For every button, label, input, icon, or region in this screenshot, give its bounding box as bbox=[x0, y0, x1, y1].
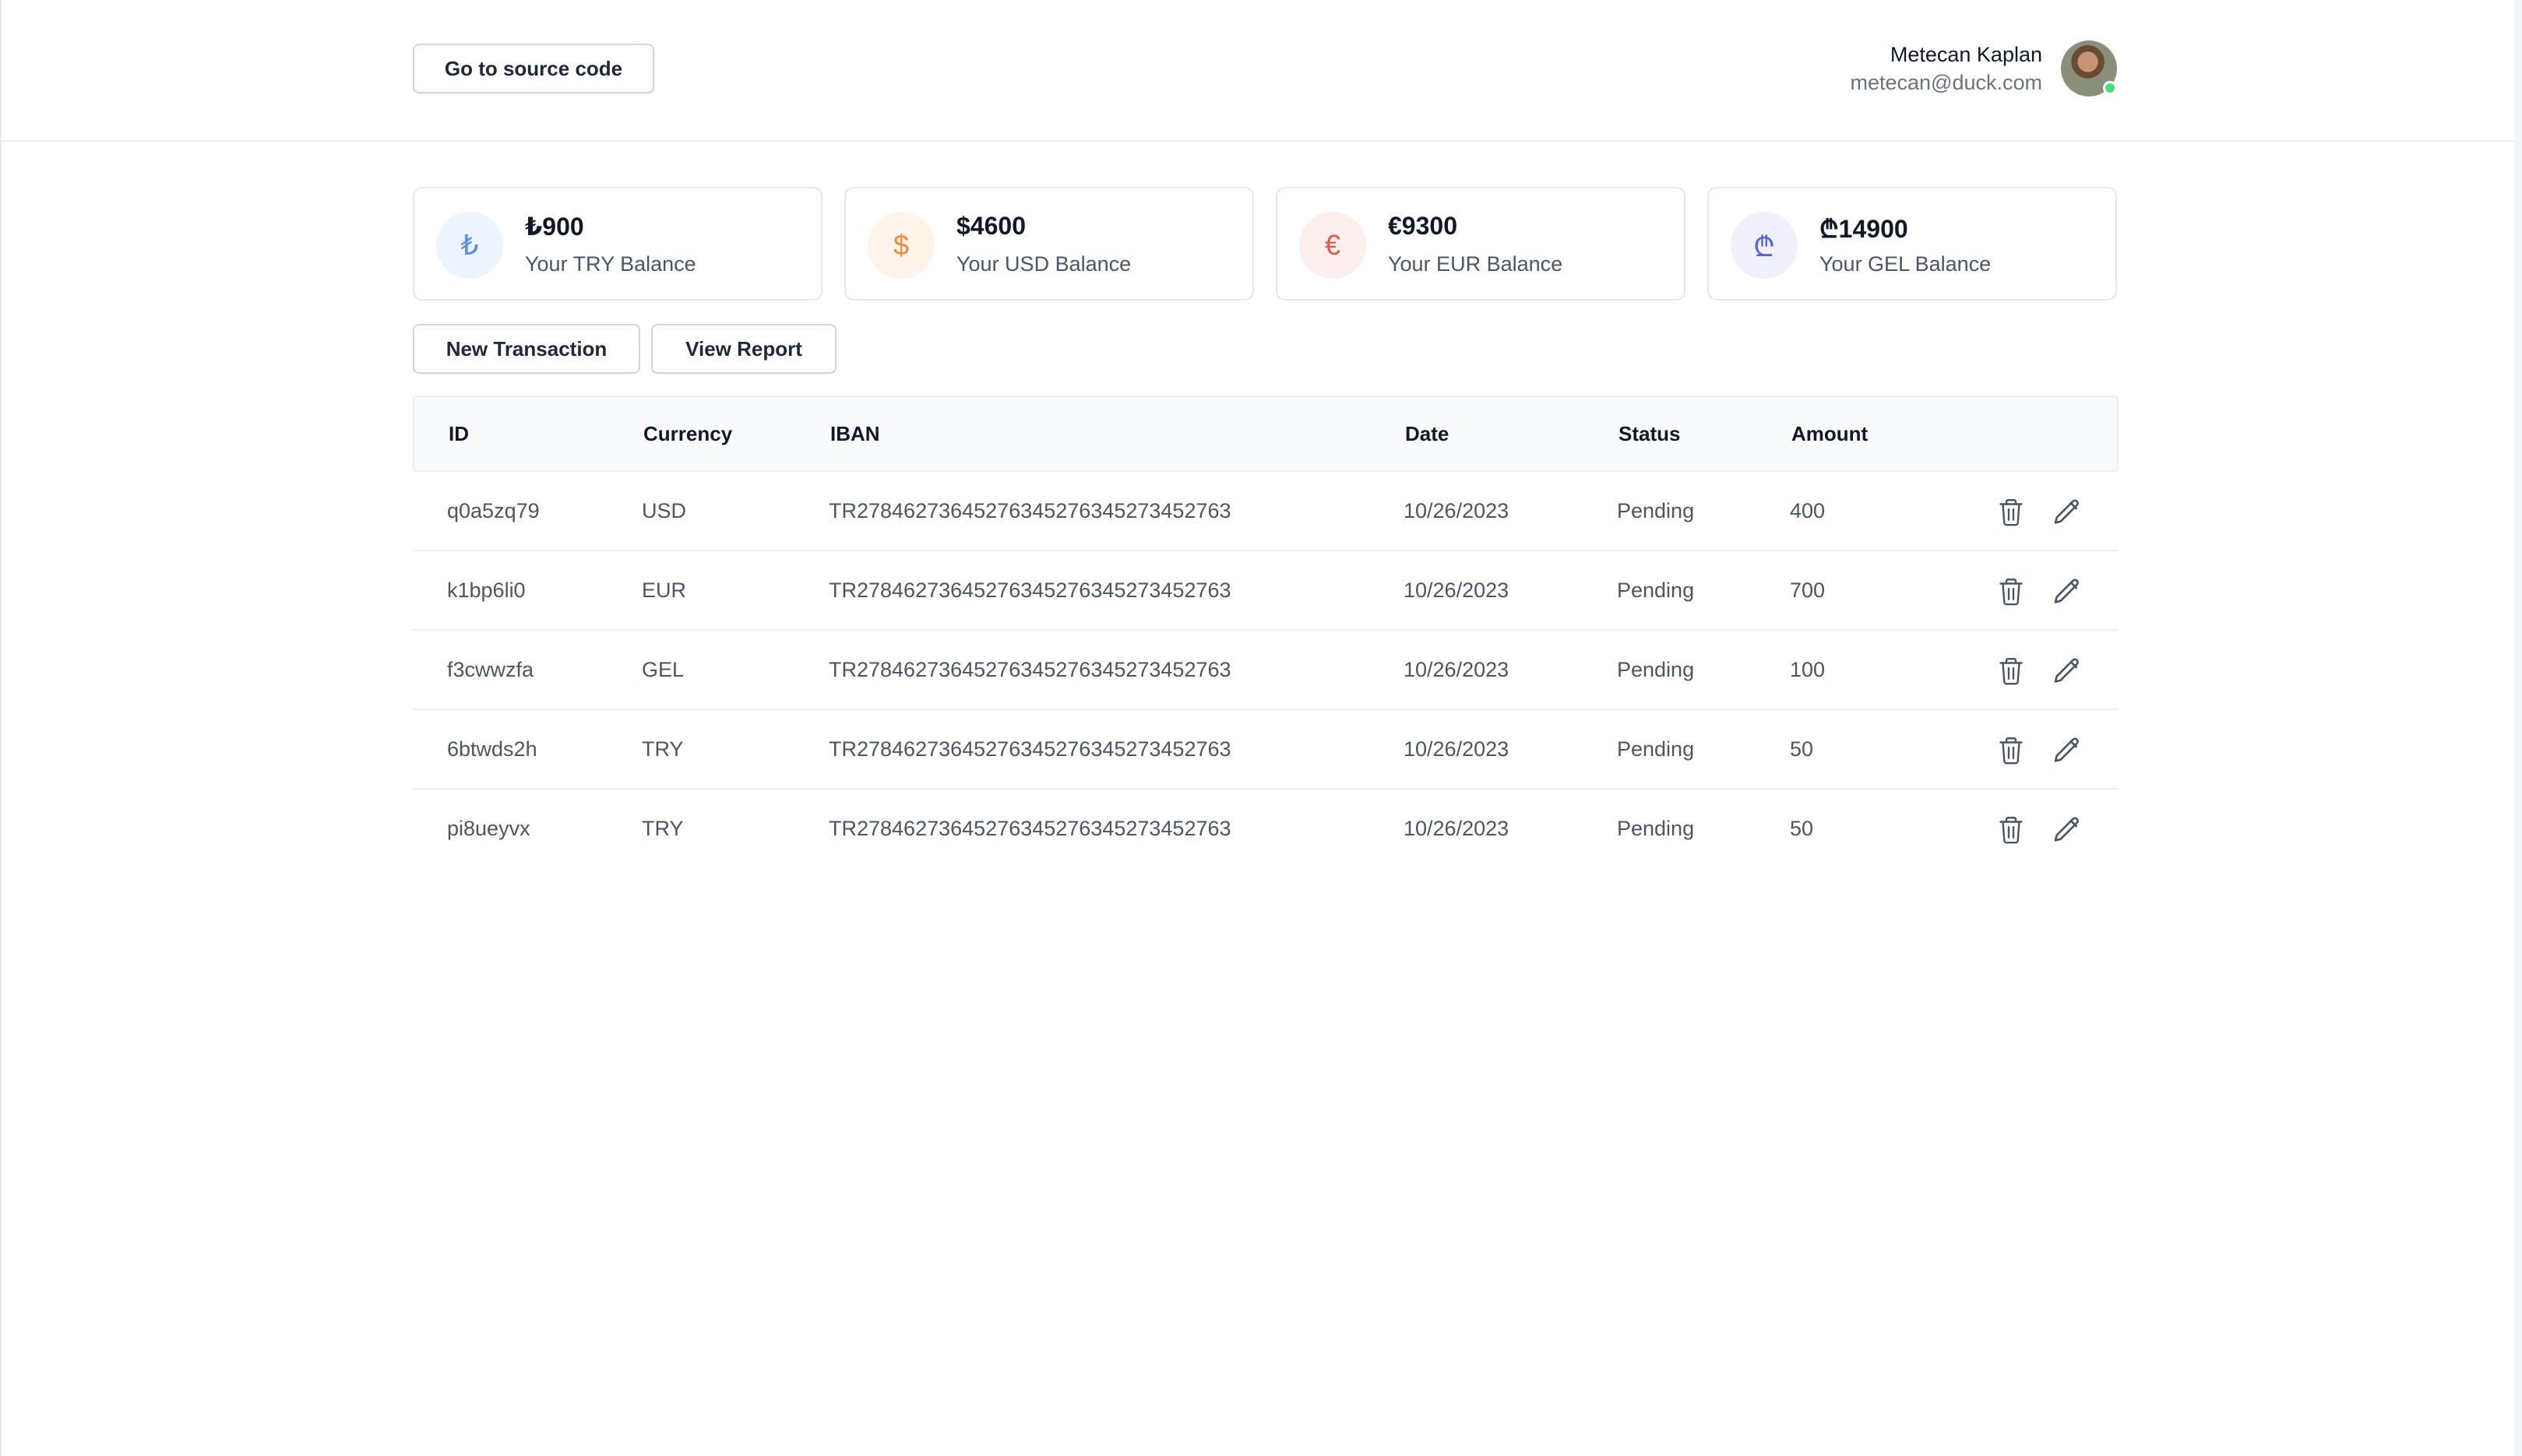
trash-icon[interactable] bbox=[1994, 813, 2028, 847]
table-row: f3cwwzfa GEL TR278462736452763452763452734… bbox=[413, 631, 2119, 710]
cell-date: 10/26/2023 bbox=[1404, 658, 1509, 681]
cell-id: 6btwds2h bbox=[447, 737, 537, 761]
cell-id: q0a5zq79 bbox=[447, 499, 540, 522]
trash-icon[interactable] bbox=[1994, 654, 2028, 688]
trash-icon[interactable] bbox=[1994, 575, 2028, 609]
cell-iban: TR27846273645276345276345273452763 bbox=[829, 817, 1231, 840]
view-report-button[interactable]: View Report bbox=[651, 324, 837, 374]
cell-id: pi8ueyvx bbox=[447, 817, 530, 840]
header: Go to source code Metecan Kaplan metecan… bbox=[2, 0, 2516, 142]
balance-label: Your TRY Balance bbox=[525, 252, 696, 276]
trash-icon[interactable] bbox=[1994, 733, 2028, 768]
online-status-dot bbox=[2103, 81, 2117, 95]
cell-iban: TR27846273645276345276345273452763 bbox=[829, 579, 1231, 602]
avatar[interactable] bbox=[2061, 40, 2117, 97]
table-header: ID Currency IBAN Date Status Amount bbox=[413, 396, 2119, 472]
pencil-icon[interactable] bbox=[2050, 733, 2084, 768]
balance-card: $ $4600 Your USD Balance bbox=[844, 187, 1254, 301]
cell-amount: 700 bbox=[1790, 579, 1826, 602]
balance-value: €9300 bbox=[1388, 212, 1457, 240]
cell-currency: TRY bbox=[642, 817, 684, 840]
pencil-icon[interactable] bbox=[2050, 575, 2084, 609]
pencil-icon[interactable] bbox=[2050, 813, 2084, 847]
balance-card: ₺ ₺900 Your TRY Balance bbox=[413, 187, 822, 301]
user-info[interactable]: Metecan Kaplan metecan@duck.com bbox=[1850, 40, 2042, 97]
table-body: q0a5zq79 USD TR278462736452763452763452734… bbox=[413, 472, 2119, 869]
cell-status: Pending bbox=[1617, 737, 1695, 761]
transactions-table: ID Currency IBAN Date Status Amount q0a5… bbox=[413, 396, 2119, 869]
cell-currency: GEL bbox=[642, 658, 685, 681]
cell-id: k1bp6li0 bbox=[447, 579, 526, 602]
go-to-source-code-button[interactable]: Go to source code bbox=[413, 44, 654, 93]
cell-date: 10/26/2023 bbox=[1404, 499, 1509, 522]
cell-date: 10/26/2023 bbox=[1404, 579, 1509, 602]
cell-status: Pending bbox=[1617, 579, 1695, 602]
cell-amount: 50 bbox=[1790, 817, 1814, 840]
cell-currency: USD bbox=[642, 499, 687, 522]
balance-card: € €9300 Your EUR Balance bbox=[1276, 187, 1685, 301]
cell-currency: EUR bbox=[642, 579, 687, 602]
new-transaction-button[interactable]: New Transaction bbox=[413, 324, 640, 374]
pencil-icon[interactable] bbox=[2050, 654, 2084, 688]
page: Go to source code Metecan Kaplan metecan… bbox=[0, 0, 2522, 1456]
table-row: 6btwds2h TRY TR278462736452763452763452734… bbox=[413, 710, 2119, 790]
cell-date: 10/26/2023 bbox=[1404, 817, 1509, 840]
cell-amount: 100 bbox=[1790, 658, 1826, 681]
currency-icon: $ bbox=[868, 212, 935, 279]
user-name: Metecan Kaplan bbox=[1890, 43, 2042, 66]
trash-icon[interactable] bbox=[1994, 495, 2028, 529]
cell-amount: 400 bbox=[1790, 499, 1826, 522]
cell-id: f3cwwzfa bbox=[447, 658, 534, 681]
cell-iban: TR27846273645276345276345273452763 bbox=[829, 658, 1231, 681]
column-header-id: ID bbox=[449, 422, 469, 445]
currency-icon: ₾ bbox=[1731, 212, 1798, 279]
cell-status: Pending bbox=[1617, 658, 1695, 681]
column-header-currency: Currency bbox=[643, 422, 733, 445]
cell-amount: 50 bbox=[1790, 737, 1814, 761]
balance-value: ₾14900 bbox=[1819, 215, 1908, 243]
balance-label: Your EUR Balance bbox=[1388, 252, 1563, 276]
balance-value: $4600 bbox=[956, 212, 1026, 240]
balance-value: ₺900 bbox=[525, 213, 584, 241]
pencil-icon[interactable] bbox=[2050, 495, 2084, 529]
column-header-date: Date bbox=[1405, 422, 1449, 445]
cell-iban: TR27846273645276345276345273452763 bbox=[829, 499, 1231, 522]
user-email: metecan@duck.com bbox=[1850, 71, 2042, 94]
balance-label: Your USD Balance bbox=[956, 252, 1132, 276]
balance-card: ₾ ₾14900 Your GEL Balance bbox=[1707, 187, 2117, 301]
window-edge bbox=[2514, 0, 2522, 1456]
currency-icon: ₺ bbox=[436, 212, 503, 279]
column-header-status: Status bbox=[1619, 422, 1681, 445]
table-row: q0a5zq79 USD TR278462736452763452763452734… bbox=[413, 472, 2119, 551]
table-row: pi8ueyvx TRY TR278462736452763452763452734… bbox=[413, 790, 2119, 869]
cell-currency: TRY bbox=[642, 737, 684, 761]
cell-status: Pending bbox=[1617, 499, 1695, 522]
currency-icon: € bbox=[1299, 212, 1366, 279]
cell-iban: TR27846273645276345276345273452763 bbox=[829, 737, 1231, 761]
cell-date: 10/26/2023 bbox=[1404, 737, 1509, 761]
balance-label: Your GEL Balance bbox=[1819, 252, 1992, 276]
column-header-iban: IBAN bbox=[830, 422, 880, 445]
table-row: k1bp6li0 EUR TR278462736452763452763452734… bbox=[413, 551, 2119, 631]
cell-status: Pending bbox=[1617, 817, 1695, 840]
column-header-amount: Amount bbox=[1791, 422, 1869, 445]
